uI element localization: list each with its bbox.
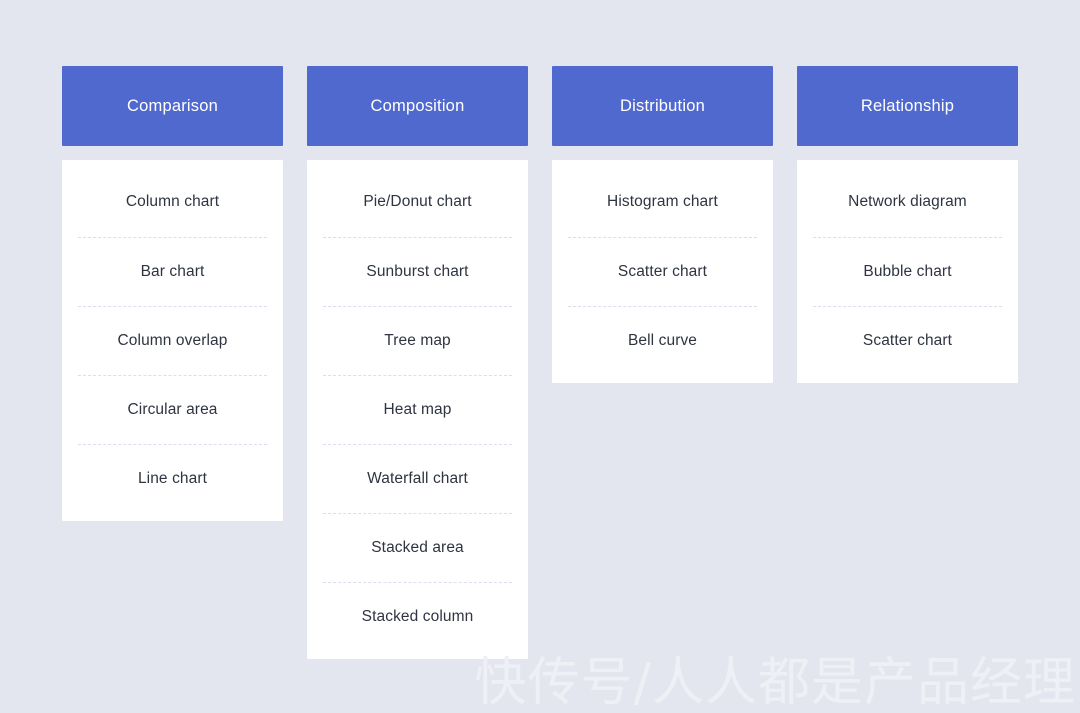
category-header-relationship[interactable]: Relationship [797,66,1018,146]
chart-type-item[interactable]: Stacked area [323,513,512,582]
category-column: Composition Pie/Donut chart Sunburst chart… [307,66,528,659]
chart-type-label: Network diagram [848,193,967,211]
chart-type-label: Bell curve [627,331,698,349]
chart-type-label: Sunburst chart [366,262,469,280]
chart-type-item[interactable]: Column overlap [78,306,267,375]
chart-type-item[interactable]: Pie/Donut chart [323,168,512,237]
chart-type-item[interactable]: Bar chart [78,237,267,306]
chart-category-board: Comparison Column chart Bar chart Column ov… [62,66,1018,659]
category-header-comparison[interactable]: Comparison [62,66,283,146]
category-header-label: Relationship [860,96,955,115]
chart-type-label: Scatter chart [617,262,708,280]
category-column: Relationship Network diagram Bubble chart S… [797,66,1018,383]
watermark: 快传号/人人都是产品经理 [474,653,1076,713]
category-column: Comparison Column chart Bar chart Column ov… [62,66,283,521]
chart-type-list: Network diagram Bubble chart Scatter chart [797,160,1018,383]
chart-type-item[interactable]: Scatter chart [568,237,757,306]
chart-type-item[interactable]: Circular area [78,375,267,444]
chart-type-item[interactable]: Heat map [323,375,512,444]
category-header-distribution[interactable]: Distribution [552,66,773,146]
chart-type-label: Heat map [383,400,452,418]
category-header-label: Composition [370,96,465,115]
chart-type-item[interactable]: Histogram chart [568,168,757,237]
chart-type-item[interactable]: Bubble chart [813,237,1002,306]
category-column: Distribution Histogram chart Scatter chart… [552,66,773,383]
chart-type-item[interactable]: Scatter chart [813,306,1002,375]
category-header-label: Comparison [127,96,218,115]
chart-type-label: Stacked area [371,538,464,556]
chart-type-label: Histogram chart [607,193,718,211]
chart-type-label: Pie/Donut chart [363,193,472,211]
chart-type-list: Pie/Donut chart Sunburst chart Tree map Hea… [307,160,528,659]
chart-type-label: Line chart [137,469,208,487]
chart-type-list: Histogram chart Scatter chart Bell curve [552,160,773,383]
chart-type-label: Waterfall chart [367,469,468,487]
chart-type-item[interactable]: Line chart [78,444,267,513]
chart-type-label: Scatter chart [862,331,953,349]
chart-type-item[interactable]: Network diagram [813,168,1002,237]
chart-type-item[interactable]: Tree map [323,306,512,375]
chart-type-item[interactable]: Bell curve [568,306,757,375]
chart-type-label: Circular area [127,400,218,418]
category-header-label: Distribution [620,96,705,115]
chart-type-label: Bubble chart [863,262,952,280]
chart-type-item[interactable]: Stacked column [323,582,512,651]
chart-type-label: Tree map [384,331,451,349]
category-header-composition[interactable]: Composition [307,66,528,146]
chart-type-label: Column overlap [117,331,228,349]
chart-type-label: Column chart [125,193,220,211]
chart-type-label: Bar chart [140,262,205,280]
chart-type-item[interactable]: Waterfall chart [323,444,512,513]
chart-type-list: Column chart Bar chart Column overlap Circu… [62,160,283,521]
chart-type-item[interactable]: Sunburst chart [323,237,512,306]
chart-type-label: Stacked column [361,607,474,625]
chart-type-item[interactable]: Column chart [78,168,267,237]
